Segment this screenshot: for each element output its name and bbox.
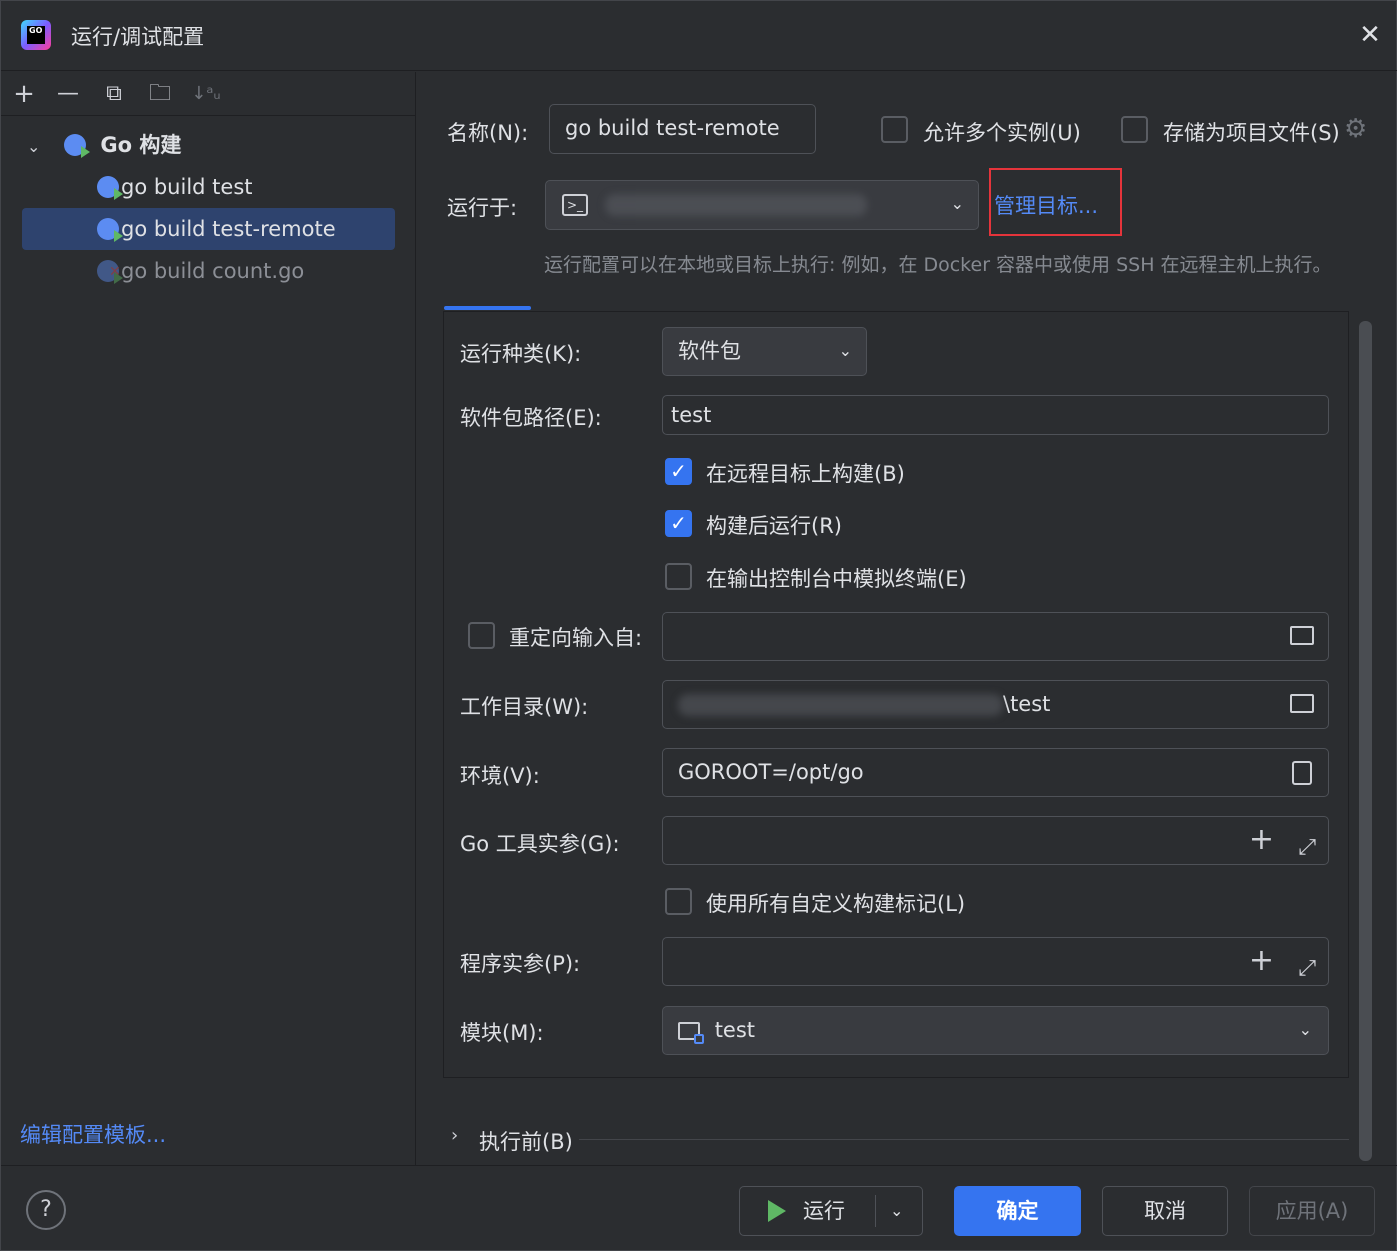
new-folder-icon[interactable]: 🗀 xyxy=(145,79,175,109)
copy-icon[interactable]: ⧉ xyxy=(99,79,129,109)
emulate-terminal-checkbox[interactable] xyxy=(665,563,692,590)
redirect-input-field[interactable] xyxy=(662,612,1329,661)
run-kind-value: 软件包 xyxy=(678,339,741,363)
run-on-label: 运行于: xyxy=(447,196,518,220)
cancel-button[interactable]: 取消 xyxy=(1102,1186,1228,1236)
apply-button[interactable]: 应用(A) xyxy=(1249,1186,1375,1236)
help-icon[interactable]: ? xyxy=(26,1190,66,1230)
store-as-file-label: 存储为项目文件(S) xyxy=(1163,121,1340,145)
chevron-down-icon: ⌄ xyxy=(838,341,852,360)
tree-item-selected[interactable]: go build test-remote xyxy=(97,209,336,249)
run-after-build-label: 构建后运行(R) xyxy=(706,514,842,538)
name-input[interactable]: go build test-remote xyxy=(549,104,816,154)
redirect-input-checkbox[interactable] xyxy=(468,622,495,649)
toolbar-divider xyxy=(1,115,416,116)
plus-icon[interactable]: + xyxy=(1249,825,1274,855)
active-tab-indicator[interactable] xyxy=(444,306,531,310)
edit-templates-link[interactable]: 编辑配置模板... xyxy=(20,1119,166,1149)
allow-multiple-checkbox[interactable] xyxy=(881,116,908,143)
run-debug-config-dialog: GO 运行/调试配置 ✕ + — ⧉ 🗀 ↓ᵃᵤ ⌄ Go 构建 go buil… xyxy=(0,0,1397,1251)
close-icon[interactable]: ✕ xyxy=(1357,19,1383,51)
env-input[interactable]: GOROOT=/opt/go xyxy=(662,748,1329,797)
program-args-input[interactable]: + ⤢ xyxy=(662,937,1329,986)
gear-icon[interactable]: ⚙ xyxy=(1344,114,1367,144)
env-label: 环境(V): xyxy=(460,764,540,788)
tree-group-go-build[interactable]: ⌄ Go 构建 xyxy=(27,125,181,165)
play-icon xyxy=(768,1200,786,1222)
go-build-error-icon: ✕ xyxy=(97,260,123,284)
title-bar: GO 运行/调试配置 ✕ xyxy=(1,1,1397,71)
chevron-down-icon[interactable]: ⌄ xyxy=(27,127,57,167)
plus-icon[interactable]: + xyxy=(1249,946,1274,976)
store-as-file-checkbox[interactable] xyxy=(1121,116,1148,143)
redacted-path xyxy=(678,694,1003,716)
edit-env-icon[interactable] xyxy=(1292,761,1312,785)
folder-icon[interactable] xyxy=(1290,694,1314,713)
working-dir-input[interactable]: \test xyxy=(662,680,1329,729)
package-path-input[interactable]: test xyxy=(662,395,1329,435)
redirect-input-label: 重定向输入自: xyxy=(509,626,643,650)
bottom-divider xyxy=(1,1165,1397,1166)
working-dir-suffix: \test xyxy=(1003,692,1051,716)
package-path-label: 软件包路径(E): xyxy=(460,406,602,430)
run-button[interactable]: 运行 ⌄ xyxy=(739,1186,923,1236)
redacted-target-name xyxy=(604,194,867,216)
go-build-icon xyxy=(97,218,123,242)
remove-icon[interactable]: — xyxy=(53,79,83,109)
run-button-label: 运行 xyxy=(803,1199,845,1223)
expand-icon[interactable]: ⤢ xyxy=(1298,946,1316,985)
emulate-terminal-label: 在输出控制台中模拟终端(E) xyxy=(706,567,967,591)
module-value: test xyxy=(714,1018,756,1042)
dialog-title: 运行/调试配置 xyxy=(71,25,205,49)
run-after-build-checkbox[interactable]: ✓ xyxy=(665,510,692,537)
build-on-remote-label: 在远程目标上构建(B) xyxy=(706,462,905,486)
tree-item[interactable]: go build test xyxy=(97,167,253,207)
tree-item-label: go build count.go xyxy=(121,259,305,283)
tree-item-invalid[interactable]: ✕ go build count.go xyxy=(97,251,304,291)
go-tool-args-input[interactable]: + ⤢ xyxy=(662,816,1329,865)
ok-button[interactable]: 确定 xyxy=(954,1186,1081,1236)
sort-icon[interactable]: ↓ᵃᵤ xyxy=(191,79,221,109)
terminal-icon: >_ xyxy=(562,194,588,216)
chevron-down-icon: ⌄ xyxy=(950,194,964,213)
run-kind-select[interactable]: 软件包 ⌄ xyxy=(662,327,867,376)
use-all-tags-checkbox[interactable] xyxy=(665,888,692,915)
go-tool-args-label: Go 工具实参(G): xyxy=(460,832,620,856)
build-on-remote-checkbox[interactable]: ✓ xyxy=(665,458,692,485)
chevron-right-icon[interactable]: › xyxy=(451,1125,458,1146)
working-dir-label: 工作目录(W): xyxy=(460,695,589,719)
folder-icon[interactable] xyxy=(1290,626,1314,645)
add-icon[interactable]: + xyxy=(9,79,39,109)
tree-group-label: Go 构建 xyxy=(100,133,182,157)
env-value: GOROOT=/opt/go xyxy=(678,760,864,784)
go-build-icon xyxy=(97,176,123,200)
run-on-hint: 运行配置可以在本地或目标上执行: 例如，在 Docker 容器中或使用 SSH … xyxy=(544,254,1332,276)
run-on-target-select[interactable]: >_ ⌄ xyxy=(545,180,979,230)
before-launch-divider xyxy=(579,1139,1349,1140)
allow-multiple-label: 允许多个实例(U) xyxy=(923,121,1081,145)
vertical-scrollbar[interactable] xyxy=(1359,321,1372,1161)
before-launch-label[interactable]: 执行前(B) xyxy=(479,1126,573,1156)
manage-targets-link[interactable]: 管理目标... xyxy=(994,190,1098,220)
tree-item-label: go build test-remote xyxy=(121,217,336,241)
goland-logo-icon: GO xyxy=(21,20,51,50)
split-divider xyxy=(875,1195,876,1227)
chevron-down-icon[interactable]: ⌄ xyxy=(890,1187,903,1235)
tree-item-label: go build test xyxy=(121,175,253,199)
run-kind-label: 运行种类(K): xyxy=(460,342,582,366)
module-select[interactable]: test ⌄ xyxy=(662,1006,1329,1055)
program-args-label: 程序实参(P): xyxy=(460,952,581,976)
module-folder-icon xyxy=(678,1022,704,1044)
chevron-down-icon: ⌄ xyxy=(1298,1020,1312,1039)
go-build-icon xyxy=(63,134,90,158)
use-all-tags-label: 使用所有自定义构建标记(L) xyxy=(706,892,966,916)
module-label: 模块(M): xyxy=(460,1021,544,1045)
name-label: 名称(N): xyxy=(447,121,529,145)
expand-icon[interactable]: ⤢ xyxy=(1298,825,1316,864)
